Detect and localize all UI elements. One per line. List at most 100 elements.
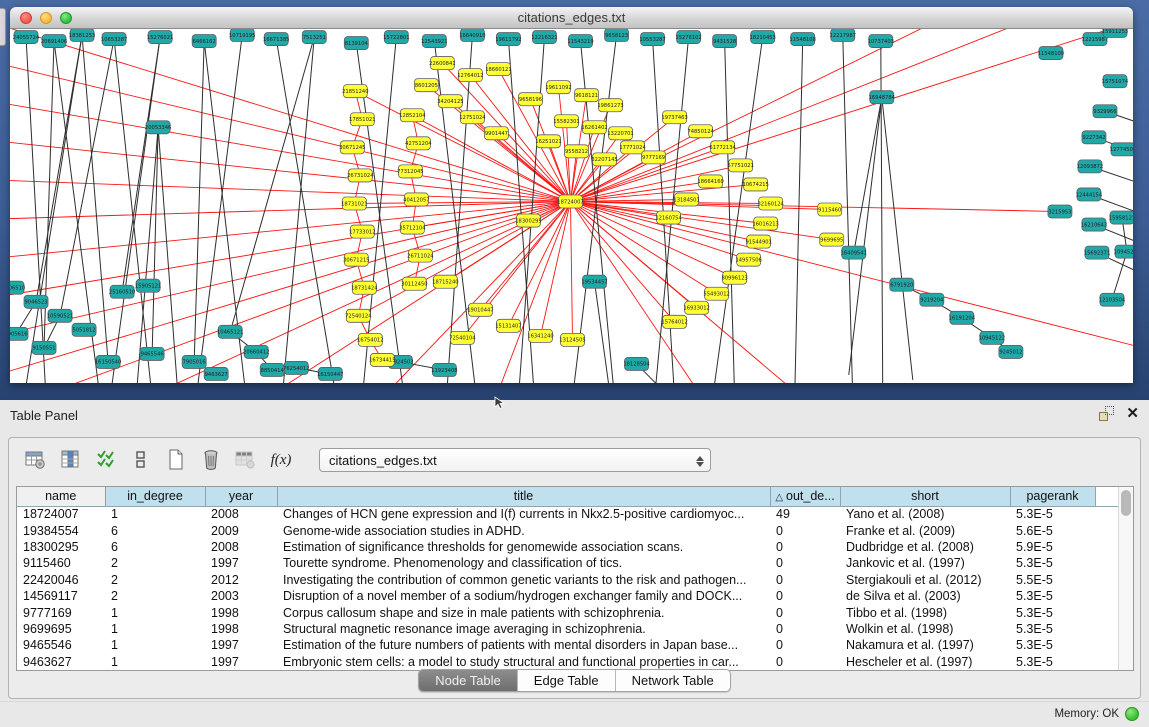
table-cell[interactable]: de Silva et al. (2003)	[840, 588, 1010, 604]
import-table-button[interactable]	[233, 447, 259, 473]
network-node[interactable]: 17733012	[349, 225, 375, 238]
network-node[interactable]: 76254012	[283, 361, 309, 374]
table-cell[interactable]: 0	[770, 654, 840, 670]
network-node[interactable]: 10465121	[217, 325, 243, 338]
table-row[interactable]: 1872400712008Changes of HCN gene express…	[17, 506, 1120, 522]
network-node[interactable]: 91544901	[745, 235, 771, 248]
table-row[interactable]: 1938455462009Genome-wide association stu…	[17, 522, 1120, 538]
table-cell[interactable]: Embryonic stem cells: a model to study s…	[277, 654, 770, 670]
table-cell[interactable]: 49	[770, 506, 840, 522]
table-cell[interactable]: 1	[105, 506, 205, 522]
network-node[interactable]: 21851240	[342, 85, 368, 98]
network-node[interactable]: 10737403	[868, 35, 894, 48]
table-cell[interactable]: 0	[770, 604, 840, 620]
network-node[interactable]: 16191204	[949, 311, 976, 324]
table-cell[interactable]: Disruption of a novel member of a sodium…	[277, 588, 770, 604]
network-node[interactable]: 35712104	[399, 221, 426, 234]
table-selector-dropdown[interactable]: citations_edges.txt	[319, 448, 711, 472]
network-canvas[interactable]: 2405572420691406183812531065328715276021…	[10, 29, 1133, 383]
table-cell[interactable]: 0	[770, 572, 840, 588]
table-cell[interactable]: Yano et al. (2008)	[840, 506, 1010, 522]
network-node[interactable]: 8905616	[10, 327, 28, 340]
network-node[interactable]: 9777169	[642, 151, 666, 164]
table-cell[interactable]: 1998	[205, 604, 277, 620]
network-node[interactable]: 15905121	[135, 279, 161, 292]
network-node[interactable]: 12543921	[421, 35, 447, 48]
network-node[interactable]: 8850414	[260, 363, 284, 376]
network-node[interactable]: 9699695	[820, 233, 844, 246]
network-node[interactable]: 9150551	[32, 341, 56, 354]
network-node[interactable]: 77312045	[397, 165, 423, 178]
table-cell[interactable]: Investigating the contribution of common…	[277, 572, 770, 588]
network-node[interactable]: 20660412	[243, 345, 269, 358]
network-node[interactable]: 12217987	[830, 29, 856, 42]
network-node[interactable]: 16640910	[459, 29, 485, 42]
network-node[interactable]: 16948784	[869, 91, 896, 104]
network-node[interactable]: 55493012	[703, 287, 729, 300]
table-cell[interactable]: 9463627	[17, 654, 105, 670]
table-cell[interactable]: 0	[770, 621, 840, 637]
table-row[interactable]: 946362711997Embryonic stem cells: a mode…	[17, 654, 1120, 670]
delete-column-button[interactable]	[198, 447, 224, 473]
table-row[interactable]: 1830029562008Estimation of significance …	[17, 539, 1120, 555]
network-node[interactable]: 6466162	[192, 35, 216, 48]
network-node[interactable]: 12764012	[457, 69, 483, 82]
network-node[interactable]: 30671215	[343, 253, 369, 266]
table-mode-button[interactable]	[23, 447, 49, 473]
network-node[interactable]: 15582301	[553, 115, 579, 128]
column-header-out_de[interactable]: △out_de...	[770, 487, 840, 506]
network-node[interactable]: 9618121	[575, 89, 599, 102]
network-node[interactable]: 19861273	[597, 99, 623, 112]
network-node[interactable]: 10945122	[979, 331, 1005, 344]
network-node[interactable]: 15764012	[661, 315, 687, 328]
network-node[interactable]: 16016213	[752, 217, 778, 230]
network-node[interactable]: 32207145	[591, 153, 617, 166]
table-cell[interactable]: Corpus callosum shape and size in male p…	[277, 604, 770, 620]
table-cell[interactable]: 1	[105, 604, 205, 620]
table-row[interactable]: 2242004622012Investigating the contribut…	[17, 572, 1120, 588]
table-cell[interactable]: 18724007	[17, 506, 105, 522]
column-header-in_degree[interactable]: in_degree	[105, 487, 205, 506]
network-node[interactable]: 11923408	[431, 363, 457, 376]
network-node[interactable]: 18210453	[749, 31, 775, 44]
table-cell[interactable]: 1	[105, 637, 205, 653]
network-node[interactable]: 30112450	[401, 277, 427, 290]
network-node[interactable]: 25160510	[109, 285, 135, 298]
network-node[interactable]: 9558212	[564, 145, 588, 158]
network-node[interactable]: 15751074	[1102, 75, 1129, 88]
table-cell[interactable]: 0	[770, 588, 840, 604]
network-node[interactable]: 9901447	[484, 127, 508, 140]
network-node[interactable]: 18660121	[485, 63, 511, 76]
tab-network-table[interactable]: Network Table	[616, 670, 730, 691]
table-cell[interactable]: 14569117	[17, 588, 105, 604]
network-node[interactable]: 9465546	[140, 347, 164, 360]
network-node[interactable]: 13124505	[559, 333, 585, 346]
table-cell[interactable]: Jankovic et al. (1997)	[840, 555, 1010, 571]
network-node[interactable]: 7513251	[302, 31, 326, 44]
column-header-pagerank[interactable]: pagerank	[1010, 487, 1095, 506]
network-node[interactable]: 16754012	[357, 333, 383, 346]
network-node[interactable]: 22600841	[429, 57, 455, 70]
network-node[interactable]: 12852104	[399, 109, 426, 122]
network-node[interactable]: 10590521	[47, 309, 73, 322]
table-cell[interactable]: 5.5E-5	[1010, 572, 1095, 588]
network-node[interactable]: 9227342	[1082, 131, 1106, 144]
network-node[interactable]: 12774501	[1110, 143, 1133, 156]
network-node[interactable]: 9046523	[24, 295, 48, 308]
table-cell[interactable]: 0	[770, 637, 840, 653]
table-cell[interactable]: 2009	[205, 522, 277, 538]
network-node[interactable]: 12751024	[459, 111, 486, 124]
table-cell[interactable]: 1997	[205, 637, 277, 653]
network-view-window[interactable]: citations_edges.txt 24055724206914061838…	[10, 7, 1133, 383]
column-visibility-button[interactable]	[58, 447, 84, 473]
network-node[interactable]: 19611792	[495, 33, 521, 46]
network-node[interactable]: 18300295	[515, 214, 541, 227]
table-cell[interactable]: 5.3E-5	[1010, 588, 1095, 604]
network-node[interactable]: 11543219	[567, 35, 593, 48]
network-node[interactable]: 14957506	[735, 253, 761, 266]
column-header-short[interactable]: short	[840, 487, 1010, 506]
scrollbar-thumb[interactable]	[1121, 490, 1131, 516]
network-node[interactable]: 9431528	[713, 35, 737, 48]
column-header-year[interactable]: year	[205, 487, 277, 506]
network-node[interactable]: 12160754	[655, 211, 682, 224]
